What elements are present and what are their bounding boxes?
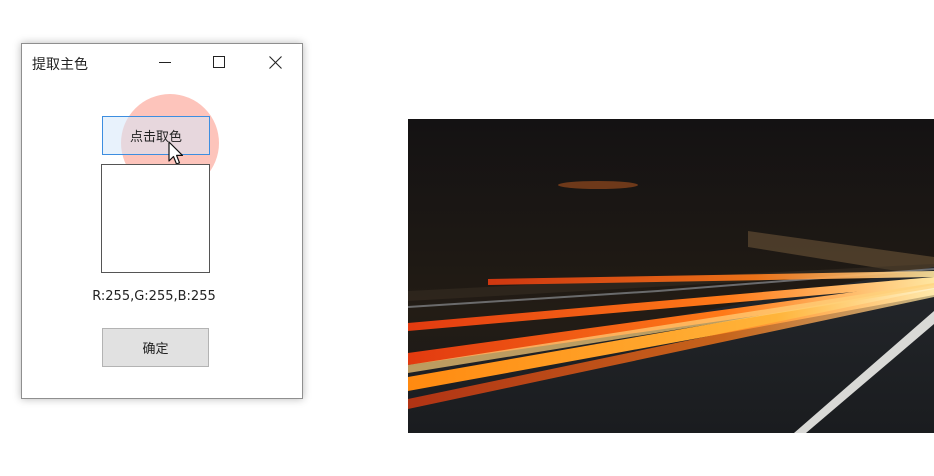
minimize-icon	[159, 62, 171, 63]
pick-color-button[interactable]: 点击取色	[102, 116, 210, 155]
ok-button[interactable]: 确定	[102, 328, 209, 367]
rgb-readout: R:255,G:255,B:255	[92, 289, 216, 304]
maximize-icon	[213, 56, 225, 68]
extract-color-dialog: 提取主色 点击取色 R:255,G:255,B:255 确定	[21, 43, 303, 399]
window-title: 提取主色	[32, 57, 88, 73]
close-icon	[268, 55, 282, 69]
minimize-button[interactable]	[142, 44, 188, 80]
photo-image	[408, 119, 934, 433]
title-bar[interactable]: 提取主色	[22, 44, 302, 80]
close-button[interactable]	[252, 44, 298, 80]
desktop: 提取主色 点击取色 R:255,G:255,B:255 确定	[0, 0, 934, 476]
maximize-button[interactable]	[196, 44, 242, 80]
highway-photo	[408, 119, 934, 433]
color-swatch	[101, 164, 210, 273]
